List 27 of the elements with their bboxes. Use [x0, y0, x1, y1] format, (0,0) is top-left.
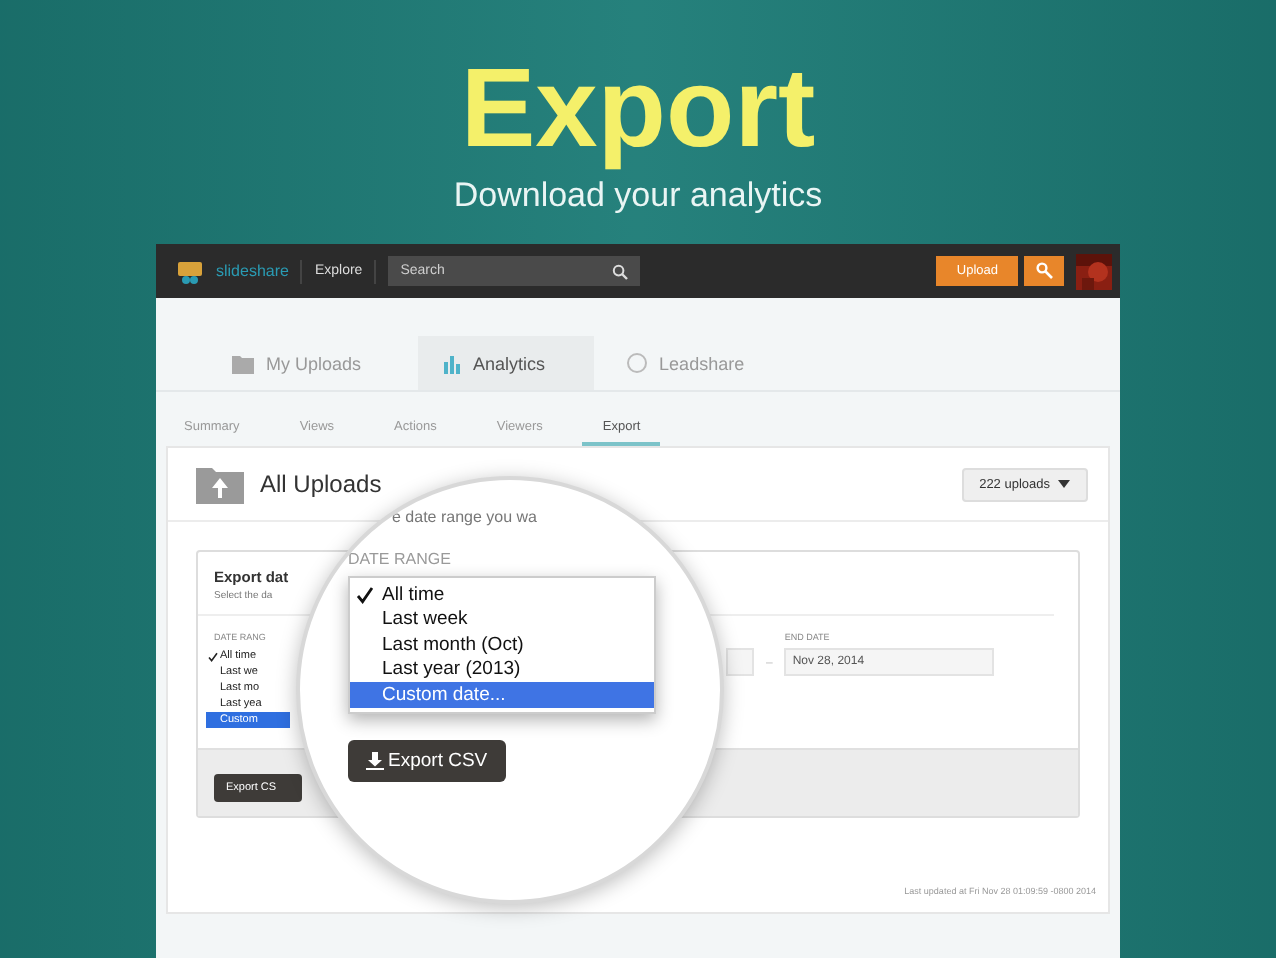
- dropdown-option[interactable]: Last month (Oct): [350, 632, 654, 657]
- section-tab[interactable]: Analytics: [417, 336, 594, 390]
- export-csv-button[interactable]: Export CSV: [348, 739, 506, 781]
- search-button[interactable]: [1024, 256, 1064, 286]
- page-heading: All Uploads: [260, 470, 382, 498]
- circle-icon: [625, 352, 648, 374]
- slide-title: Export: [460, 44, 816, 172]
- dropdown-option[interactable]: Last year (2013): [350, 657, 654, 682]
- date-range-dropdown[interactable]: All time Last week Last month (Oct) Last year (2013) Custom date...: [348, 576, 656, 713]
- logo-text[interactable]: slideshare: [216, 262, 289, 280]
- upload-folder-icon: [196, 464, 244, 504]
- slide-subtitle: Download your analytics: [453, 176, 823, 216]
- dropdown-option[interactable]: Custom date...: [350, 682, 654, 707]
- search-icon: [1035, 262, 1053, 280]
- dropdown-option[interactable]: All time: [350, 582, 654, 607]
- folder-icon: [232, 353, 254, 373]
- search-icon: [612, 264, 629, 280]
- start-date-field[interactable]: [726, 648, 754, 676]
- instruction-text: e date range you wa: [392, 508, 537, 526]
- field-label: DATE RANGE: [348, 550, 451, 568]
- check-icon: [356, 585, 374, 604]
- check-icon: [208, 651, 218, 661]
- caret-icon: [1058, 480, 1070, 488]
- bar-chart-icon: [441, 353, 462, 373]
- dropdown-option[interactable]: Last week: [350, 607, 654, 632]
- download-icon: [366, 751, 384, 769]
- logo-icon: [176, 259, 204, 283]
